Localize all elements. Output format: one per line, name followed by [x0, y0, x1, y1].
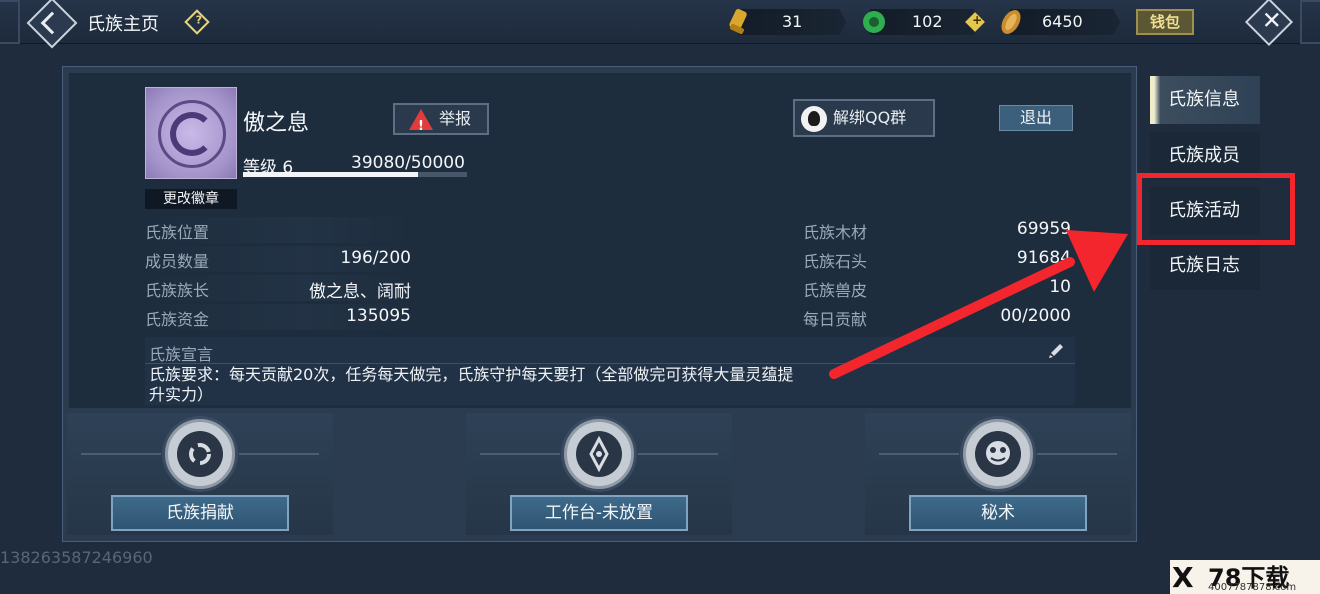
jade-coin-icon — [863, 11, 885, 33]
emblem-swirl-icon — [170, 112, 214, 156]
warning-symbol: ! — [418, 119, 424, 134]
plus-icon: + — [972, 12, 983, 27]
donate-icon-inner — [177, 431, 223, 477]
tab-clan-info[interactable]: 氏族信息 — [1150, 76, 1260, 124]
chevron-left-icon — [40, 11, 64, 35]
resource-scroll-value: 31 — [782, 12, 803, 31]
resource-scroll: 31 — [738, 9, 846, 35]
stat-value: 傲之息、阔耐 — [309, 282, 411, 302]
clan-emblem[interactable] — [145, 87, 237, 179]
spirit-stone-icon — [1001, 10, 1021, 34]
annotation-arrow-icon — [829, 230, 1128, 379]
help-icon[interactable]: ? — [184, 9, 210, 35]
stat-label: 氏族资金 — [145, 310, 210, 329]
report-label: 举报 — [439, 109, 472, 128]
stat-clan-location: 氏族位置 — [145, 217, 411, 243]
workbench-icon — [564, 419, 634, 489]
unbind-qq-group-button[interactable]: 解绑QQ群 — [793, 99, 935, 137]
close-icon: ✕ — [1261, 6, 1282, 35]
watermark-logo: X — [1172, 561, 1194, 594]
card-ornament — [1037, 453, 1117, 455]
card-ornament — [239, 453, 319, 455]
exit-clan-button[interactable]: 退出 — [999, 105, 1073, 131]
help-symbol: ? — [195, 13, 202, 27]
workbench-button[interactable]: 工作台-未放置 — [510, 495, 688, 531]
card-ornament — [480, 453, 560, 455]
resource-jade-value: 102 — [912, 12, 943, 31]
qq-icon — [801, 106, 827, 132]
clan-name: 傲之息 — [243, 111, 310, 136]
report-button[interactable]: ! 举报 — [393, 103, 489, 135]
stat-value: 135095 — [346, 306, 411, 326]
secret-art-button[interactable]: 秘术 — [909, 495, 1087, 531]
corner-ornament-right — [1300, 0, 1320, 44]
secret-art-icon-inner — [975, 431, 1021, 477]
donate-button[interactable]: 氏族捐献 — [111, 495, 289, 531]
card-ornament — [81, 453, 161, 455]
stat-label: 氏族族长 — [145, 281, 210, 300]
level-progress-fill — [243, 172, 419, 177]
crystal-icon — [589, 435, 609, 473]
resource-spirit-stone-value: 6450 — [1042, 12, 1083, 31]
stat-label: 氏族位置 — [145, 223, 210, 242]
swirl-icon — [189, 443, 211, 465]
stat-clan-funds: 氏族资金 135095 — [145, 304, 411, 330]
corner-ornament-left — [0, 0, 20, 44]
warning-icon: ! — [409, 109, 433, 134]
annotation-highlight-box — [1137, 173, 1295, 245]
declaration-label: 氏族宣言 — [149, 345, 214, 364]
top-bar: 氏族主页 ? 31 102 + 6450 钱包 ✕ — [0, 0, 1320, 49]
donate-icon — [165, 419, 235, 489]
player-uid: 13826358724696­0 — [0, 548, 153, 567]
qq-label: 解绑QQ群 — [833, 108, 907, 127]
page-title: 氏族主页 — [87, 14, 159, 35]
declaration-text: 氏族要求：每天贡献20次，任务每天做完，氏族守护每天要打（全部做完可获得大量灵蕴… — [149, 365, 794, 404]
resource-spirit-stone: 6450 — [1010, 9, 1120, 35]
close-button[interactable]: ✕ — [1244, 0, 1294, 47]
action-card-donate: 氏族捐献 — [67, 413, 333, 535]
secret-art-icon — [963, 419, 1033, 489]
wallet-button[interactable]: 钱包 — [1136, 9, 1194, 35]
back-button[interactable] — [26, 0, 78, 49]
resource-jade: 102 — [870, 9, 980, 35]
mask-icon — [986, 441, 1010, 465]
action-card-workbench: 工作台-未放置 — [466, 413, 732, 535]
site-watermark: X 78下载 4007787878.com — [1170, 560, 1320, 594]
level-progress-text: 39080/50000 — [351, 153, 465, 173]
card-ornament — [879, 453, 959, 455]
watermark-url: 4007787878.com — [1208, 582, 1297, 593]
stat-clan-leader: 氏族族长 傲之息、阔耐 — [145, 275, 411, 302]
tab-clan-log[interactable]: 氏族日志 — [1150, 242, 1260, 290]
change-emblem-button[interactable]: 更改徽章 — [145, 189, 237, 209]
stat-label: 成员数量 — [145, 252, 210, 271]
stat-member-count: 成员数量 196/200 — [145, 246, 411, 272]
card-ornament — [638, 453, 718, 455]
workbench-icon-inner — [576, 431, 622, 477]
level-progress-bar — [243, 172, 467, 177]
action-card-secret-art: 秘术 — [865, 413, 1131, 535]
scroll-icon — [729, 8, 747, 35]
stat-value: 196/200 — [340, 248, 411, 268]
